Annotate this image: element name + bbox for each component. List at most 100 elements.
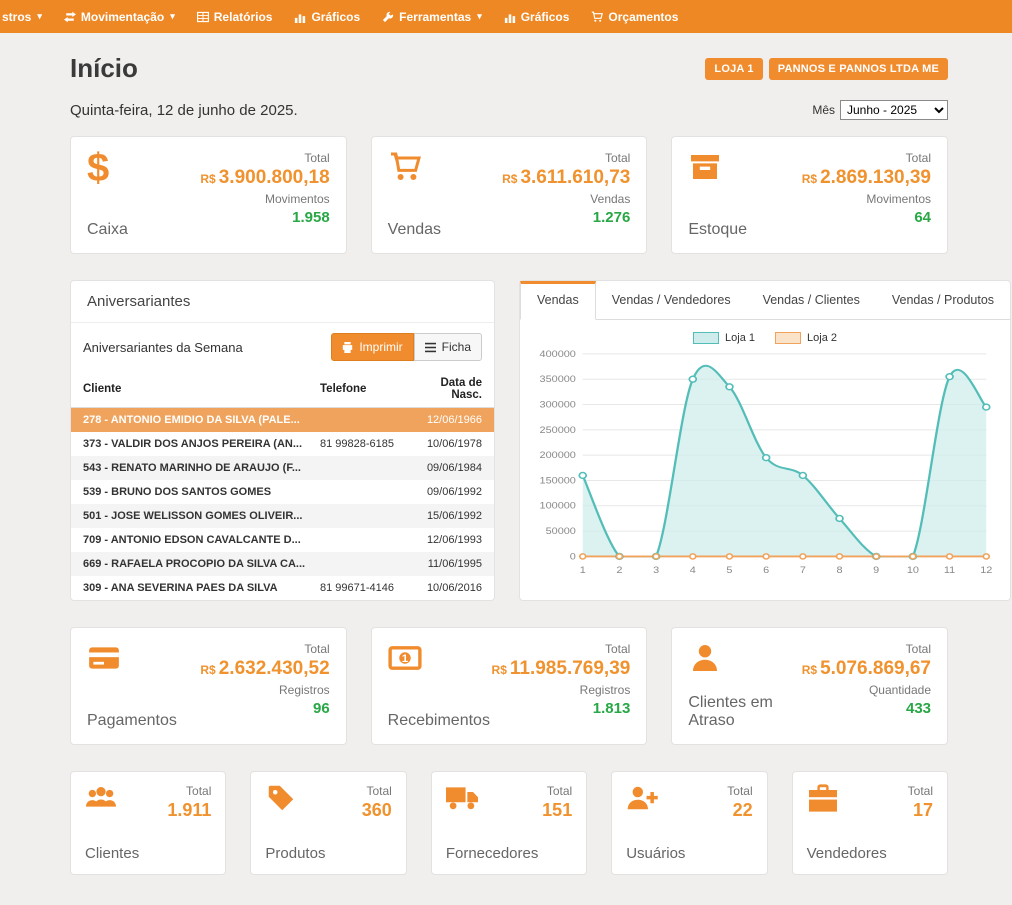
printer-icon [342,342,353,353]
top-navbar: stros ▾ Movimentação ▾ Relatórios Gráfic… [0,0,1012,33]
total-label: Total [304,642,329,656]
svg-text:250000: 250000 [540,425,577,435]
svg-text:8: 8 [837,566,843,576]
stats-row-3: Total 1.911 Clientes Total 360 Produtos … [70,771,948,875]
mini-card-fornecedores: Total 151 Fornecedores [431,771,587,875]
tab-vendas-vendedores[interactable]: Vendas / Vendedores [596,281,747,319]
count-label: Movimentos [265,192,330,206]
total-label: Total [906,151,931,165]
caret-down-icon: ▾ [170,11,175,22]
nav-item-relatorios[interactable]: Relatórios [186,0,284,33]
stat-card-vendas: Vendas Total R$3.611.610,73 Vendas 1.276 [371,136,648,254]
list-icon [425,342,436,353]
sales-panel: Vendas Vendas / Vendedores Vendas / Clie… [519,280,1011,601]
svg-text:10: 10 [907,566,919,576]
svg-text:7: 7 [800,566,806,576]
stat-card-label: Clientes em Atraso [688,694,801,730]
stats-row-2: Pagamentos Total R$2.632.430,52 Registro… [70,627,948,745]
print-button[interactable]: Imprimir [331,333,413,361]
total-label: Total [727,784,752,798]
table-row[interactable]: 373 - VALDIR DOS ANJOS PEREIRA (AN... 81… [71,432,494,456]
mini-card-label: Clientes [85,845,211,862]
table-row[interactable]: 309 - ANA SEVERINA PAES DA SILVA 81 9967… [71,576,494,600]
svg-text:11: 11 [944,566,956,576]
table-row[interactable]: 669 - RAFAELA PROCOPIO DA SILVA CA... 11… [71,552,494,576]
tab-vendas-produtos[interactable]: Vendas / Produtos [876,281,1010,319]
total-label: Total [547,784,572,798]
stat-count-value: 1.276 [593,209,631,226]
briefcase-icon [807,784,839,812]
sales-chart: 0500001000001500002000002500003000003500… [530,348,1000,582]
stat-card-label: Caixa [87,221,128,239]
mini-card-vendedores: Total 17 Vendedores [792,771,948,875]
stat-count-value: 64 [914,209,931,226]
company-badge[interactable]: PANNOS E PANNOS LTDA ME [769,58,948,80]
truck-icon [446,784,478,812]
table-row[interactable]: 543 - RENATO MARINHO DE ARAUJO (F... 09/… [71,456,494,480]
stat-total-value: R$5.076.869,67 [802,659,931,680]
page-title: Início [70,53,138,84]
stat-count-value: 96 [313,700,330,717]
legend-item[interactable]: Loja 1 [693,332,755,344]
wrench-icon [382,11,394,23]
month-label: Mês [812,103,835,117]
birthdays-table: Cliente Telefone Data de Nasc. 278 - ANT… [71,371,494,600]
table-row[interactable]: 501 - JOSE WELISSON GOMES OLIVEIR... 15/… [71,504,494,528]
mini-card-clientes: Total 1.911 Clientes [70,771,226,875]
nav-item-graficos-2[interactable]: Gráficos [493,0,581,33]
credit-card-icon [87,642,177,674]
chart-legend: Loja 1 Loja 2 [530,332,1000,344]
nav-item-label: Movimentação [81,10,164,24]
count-label: Registros [279,683,330,697]
svg-text:350000: 350000 [540,375,577,385]
stat-total-value: R$2.869.130,39 [802,168,931,189]
mini-total-value: 1.911 [167,800,211,821]
nav-item-movimentacao[interactable]: Movimentação ▾ [53,0,186,33]
ficha-button[interactable]: Ficha [414,333,482,361]
svg-text:300000: 300000 [540,400,577,410]
store-badge[interactable]: LOJA 1 [705,58,762,80]
nav-item-orcamentos[interactable]: Orçamentos [580,0,689,33]
svg-text:4: 4 [690,566,696,576]
nav-item-label: Ferramentas [399,10,471,24]
tab-vendas-clientes[interactable]: Vendas / Clientes [747,281,876,319]
svg-text:9: 9 [873,566,879,576]
stat-count-value: 433 [906,700,931,717]
table-row[interactable]: 539 - BRUNO DOS SANTOS GOMES 09/06/1992 [71,480,494,504]
birthdays-panel: Aniversariantes Aniversariantes da Seman… [70,280,495,601]
mini-card-label: Usuários [626,845,752,862]
total-label: Total [906,642,931,656]
count-label: Movimentos [866,192,931,206]
box-icon [688,151,747,183]
mini-total-value: 17 [913,800,933,821]
nav-item-cadastros[interactable]: stros ▾ [0,0,53,33]
mini-card-produtos: Total 360 Produtos [250,771,406,875]
tab-vendas[interactable]: Vendas [520,281,596,320]
count-label: Registros [580,683,631,697]
column-header-nascimento: Data de Nasc. [410,371,494,408]
stat-card-recebimentos: 1 Recebimentos Total R$11.985.769,39 Reg… [371,627,648,745]
total-label: Total [908,784,933,798]
money-icon: 1 [388,642,490,674]
legend-label: Loja 2 [807,332,837,344]
total-label: Total [605,151,630,165]
nav-item-graficos-1[interactable]: Gráficos [283,0,371,33]
table-row[interactable]: 709 - ANTONIO EDSON CAVALCANTE D... 12/0… [71,528,494,552]
stat-count-value: 1.958 [292,209,330,226]
mini-card-label: Vendedores [807,845,933,862]
mini-total-value: 22 [733,800,753,821]
count-label: Quantidade [869,683,931,697]
legend-item[interactable]: Loja 2 [775,332,837,344]
nav-item-ferramentas[interactable]: Ferramentas ▾ [371,0,493,33]
users-icon [85,784,117,812]
user-plus-icon [626,784,658,812]
stat-card-clientes-atraso: Clientes em Atraso Total R$5.076.869,67 … [671,627,948,745]
nav-item-label: Gráficos [521,10,570,24]
svg-text:1: 1 [580,566,586,576]
total-label: Total [186,784,211,798]
table-icon [197,11,209,23]
table-row[interactable]: 278 - ANTONIO EMIDIO DA SILVA (PALE... 1… [71,408,494,433]
month-picker: Mês Junho - 2025 [812,100,948,120]
user-icon [688,642,801,674]
month-select[interactable]: Junho - 2025 [840,100,948,120]
